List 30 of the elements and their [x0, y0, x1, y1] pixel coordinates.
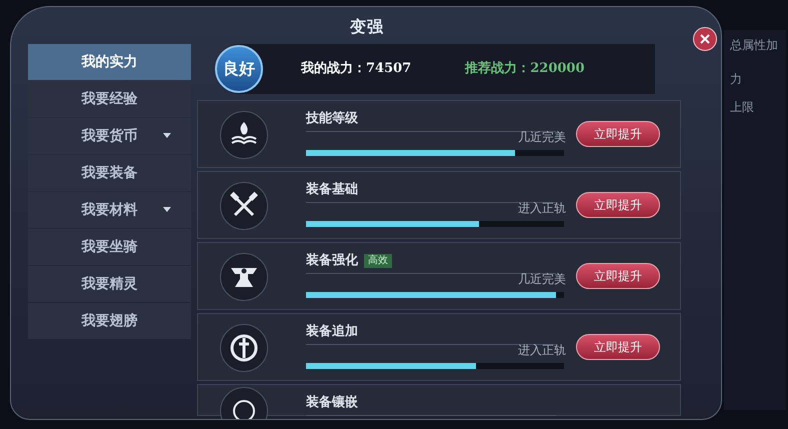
sidebar-item[interactable]: 我要翅膀	[28, 303, 191, 339]
status-text: 进入正轨	[517, 200, 566, 217]
row-title: 装备镶嵌	[306, 394, 358, 412]
attribute-label: 上限	[730, 99, 755, 116]
window-title: 变强	[350, 16, 384, 38]
row-title: 装备基础	[306, 181, 358, 199]
efficiency-tag: 高效	[364, 254, 392, 268]
status-text: 几近完美	[517, 129, 566, 146]
recommended-power-text: 推荐战力：220000	[465, 60, 585, 78]
upgrade-button[interactable]: 立即提升	[576, 121, 660, 147]
status-text: 进入正轨	[517, 342, 566, 359]
panel-title: 总属性加	[730, 37, 779, 54]
row-title: 装备强化	[306, 252, 358, 270]
rating-badge: 良好	[215, 45, 263, 93]
sidebar-item[interactable]: 我的实力	[28, 44, 191, 80]
close-icon	[700, 34, 710, 44]
upgrade-button[interactable]: 立即提升	[576, 263, 660, 289]
status-text: 几近完美	[517, 271, 566, 288]
attribute-label: 力	[730, 71, 743, 88]
sidebar-item[interactable]: 我要精灵	[28, 266, 191, 302]
upgrade-button[interactable]: 立即提升	[576, 334, 660, 360]
close-button[interactable]	[693, 27, 717, 51]
row-title: 装备追加	[306, 323, 358, 341]
sidebar-item[interactable]: 我要坐骑	[28, 229, 191, 265]
row-title: 技能等级	[306, 110, 358, 128]
upgrade-button[interactable]: 立即提升	[576, 192, 660, 218]
sidebar-item[interactable]: 我要装备	[28, 155, 191, 191]
sidebar-item[interactable]: 我要货币	[28, 118, 191, 154]
my-power-text: 我的战力：74507	[301, 60, 412, 78]
sidebar-item[interactable]: 我要材料	[28, 192, 191, 228]
